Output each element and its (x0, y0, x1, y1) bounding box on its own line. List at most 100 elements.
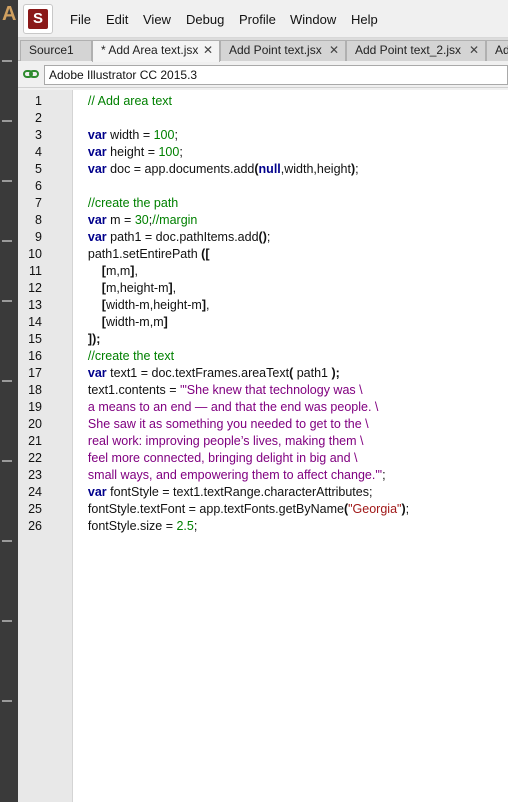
tab-label: Ad (495, 43, 508, 57)
background-app-strip: A (0, 0, 18, 802)
code-token: 2.5 (176, 519, 194, 533)
menu-file[interactable]: File (70, 12, 91, 27)
menu-help[interactable]: Help (351, 12, 378, 27)
code-area[interactable]: // Add area text var width = 100; var he… (74, 90, 508, 802)
background-mark (2, 700, 12, 702)
code-line: [m,height-m], (74, 280, 176, 297)
code-line: var doc = app.documents.add(null,width,h… (74, 161, 359, 178)
line-number: 4 (35, 145, 42, 159)
tab-add-point-text-2[interactable]: Add Point text_2.jsx ✕ (346, 40, 486, 61)
menu-window[interactable]: Window (290, 12, 336, 27)
code-token: '"She knew that technology was \ (179, 383, 363, 397)
tab-overflow[interactable]: Ad (486, 40, 508, 61)
code-token: She saw it as something you needed to ge… (87, 417, 369, 431)
tab-add-point-text[interactable]: Add Point text.jsx ✕ (220, 40, 346, 61)
menu-edit[interactable]: Edit (106, 12, 128, 27)
code-token: 30 (134, 213, 149, 227)
line-number: 2 (35, 111, 42, 125)
menu-debug[interactable]: Debug (186, 12, 224, 27)
code-token: ; (405, 502, 410, 516)
code-line: var m = 30;//margin (74, 212, 197, 229)
background-mark (2, 460, 12, 462)
code-token: var (87, 128, 107, 142)
code-line: var fontStyle = text1.textRange.characte… (74, 484, 373, 501)
code-token: fontStyle.size = (74, 519, 177, 533)
code-token: var (87, 213, 107, 227)
code-token: doc = app.documents.add (106, 162, 255, 176)
line-number: 6 (35, 179, 42, 193)
line-number: 18 (28, 383, 42, 397)
code-line: text1.contents = '"She knew that technol… (74, 382, 363, 399)
document-tab-bar: Source1 * Add Area text.jsx ✕ Add Point … (18, 38, 508, 62)
code-token: , (206, 298, 210, 312)
code-line: small ways, and empowering them to affec… (74, 467, 386, 484)
line-number: 13 (28, 298, 42, 312)
background-mark (2, 300, 12, 302)
code-token: fontStyle.textFont = app.textFonts.getBy… (74, 502, 344, 516)
code-token: ([ (201, 247, 210, 261)
code-token: small ways, and empowering them to affec… (87, 468, 383, 482)
line-number: 16 (28, 349, 42, 363)
code-line: She saw it as something you needed to ge… (74, 416, 369, 433)
code-token: a means to an end — and that the end was… (87, 400, 379, 414)
code-line: a means to an end — and that the end was… (74, 399, 378, 416)
code-line: real work: improving people’s lives, mak… (74, 433, 364, 450)
estk-window: S File Edit View Debug Profile Window He… (18, 0, 508, 802)
tab-add-area-text[interactable]: * Add Area text.jsx ✕ (92, 40, 220, 62)
close-tab-icon[interactable]: ✕ (469, 41, 479, 60)
code-token: ; (382, 468, 386, 482)
code-line: fontStyle.textFont = app.textFonts.getBy… (74, 501, 409, 518)
code-token: 100 (158, 145, 180, 159)
menu-view[interactable]: View (143, 12, 171, 27)
code-line: //create the path (74, 195, 178, 212)
background-app-logo: A (2, 3, 17, 25)
code-line: feel more connected, bringing delight in… (74, 450, 358, 467)
code-line: fontStyle.size = 2.5; (74, 518, 197, 535)
close-tab-icon[interactable]: ✕ (203, 41, 213, 60)
line-number: 5 (35, 162, 42, 176)
code-token: text1 = doc.textFrames.areaText (106, 366, 290, 380)
code-token: ] (163, 315, 168, 329)
menu-profile[interactable]: Profile (239, 12, 276, 27)
code-line: path1.setEntirePath ([ (74, 246, 210, 263)
code-token: //create the path (87, 196, 179, 210)
menu-bar: S File Edit View Debug Profile Window He… (18, 0, 508, 38)
code-line: var height = 100; (74, 144, 183, 161)
app-icon[interactable]: S (23, 4, 53, 34)
code-token: width = (106, 128, 154, 142)
code-token: text1.contents = (74, 383, 180, 397)
code-token: path1.setEntirePath (74, 247, 202, 261)
code-token: var (87, 366, 107, 380)
tab-source1[interactable]: Source1 (20, 40, 92, 61)
tab-label: Add Point text.jsx (229, 43, 322, 57)
code-line: [width-m,height-m], (74, 297, 210, 314)
code-token: null (258, 162, 281, 176)
code-line: [width-m,m] (74, 314, 168, 331)
code-token: real work: improving people’s lives, mak… (87, 434, 364, 448)
background-mark (2, 380, 12, 382)
close-tab-icon[interactable]: ✕ (329, 41, 339, 60)
code-token: var (87, 485, 107, 499)
code-token: , (172, 281, 177, 295)
code-editor[interactable]: 1 2 3 4 5 6 7 8 9 10 11 12 13 14 15 16 17 18 19 20 21 22 23 24 2… (18, 90, 508, 802)
code-line: //create the text (74, 348, 174, 365)
target-application-select[interactable]: Adobe Illustrator CC 2015.3 (44, 65, 508, 85)
link-icon[interactable] (23, 67, 39, 81)
code-token: ; (179, 145, 183, 159)
code-token: feel more connected, bringing delight in… (87, 451, 358, 465)
code-token: //margin (152, 213, 198, 227)
line-number: 17 (28, 366, 42, 380)
